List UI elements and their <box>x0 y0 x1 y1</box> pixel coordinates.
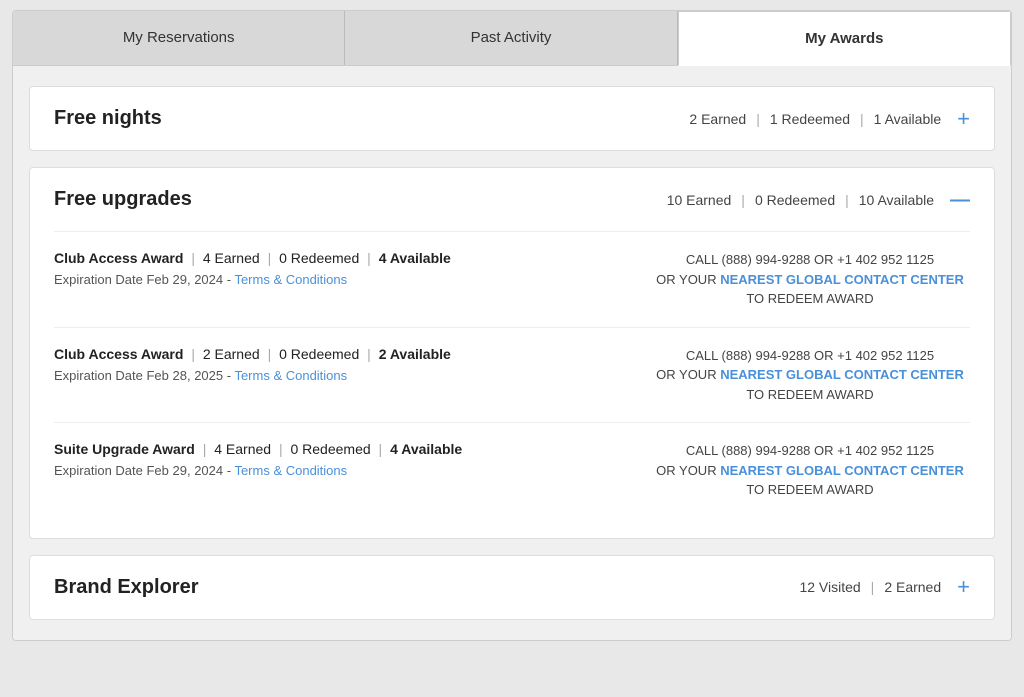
award-item-3: Suite Upgrade Award | 4 Earned | 0 Redee… <box>54 422 970 518</box>
free-upgrades-earned: 10 Earned <box>667 192 732 208</box>
divider-4: | <box>845 192 849 208</box>
free-upgrades-toggle[interactable]: — <box>950 190 970 210</box>
divider-5: | <box>871 579 875 595</box>
section-free-nights-title: Free nights <box>54 107 162 130</box>
award-item-2-name: Club Access Award | 2 Earned | 0 Redeeme… <box>54 346 630 362</box>
section-brand-explorer: Brand Explorer 12 Visited | 2 Earned + <box>29 555 995 620</box>
free-nights-toggle[interactable]: + <box>957 108 970 130</box>
award-item-3-name: Suite Upgrade Award | 4 Earned | 0 Redee… <box>54 441 630 457</box>
award-item-1-expiry: Expiration Date Feb 29, 2024 - Terms & C… <box>54 272 630 287</box>
free-upgrades-available: 10 Available <box>859 192 934 208</box>
award-item-1-redeem: CALL (888) 994-9288 OR +1 402 952 1125 O… <box>650 250 970 309</box>
award-item-2-contact-link[interactable]: NEAREST GLOBAL CONTACT CENTER <box>720 367 964 382</box>
section-brand-explorer-header: Brand Explorer 12 Visited | 2 Earned + <box>54 576 970 599</box>
award-item-3-terms[interactable]: Terms & Conditions <box>234 463 347 478</box>
section-brand-explorer-title: Brand Explorer <box>54 576 198 599</box>
divider-2: | <box>860 111 864 127</box>
award-item-1-terms[interactable]: Terms & Conditions <box>234 272 347 287</box>
award-item-2: Club Access Award | 2 Earned | 0 Redeeme… <box>54 327 970 423</box>
section-free-nights-stats: 2 Earned | 1 Redeemed | 1 Available + <box>689 108 970 130</box>
tab-my-awards-label: My Awards <box>805 30 883 47</box>
main-container: My Reservations Past Activity My Awards … <box>12 10 1012 641</box>
award-item-3-redeem: CALL (888) 994-9288 OR +1 402 952 1125 O… <box>650 441 970 500</box>
award-item-2-left: Club Access Award | 2 Earned | 0 Redeeme… <box>54 346 650 383</box>
section-free-upgrades-title: Free upgrades <box>54 188 192 211</box>
award-item-2-expiry: Expiration Date Feb 28, 2025 - Terms & C… <box>54 368 630 383</box>
brand-explorer-toggle[interactable]: + <box>957 576 970 598</box>
content-area: Free nights 2 Earned | 1 Redeemed | 1 Av… <box>13 66 1011 640</box>
brand-explorer-earned: 2 Earned <box>884 579 941 595</box>
tab-past-activity[interactable]: Past Activity <box>345 11 677 65</box>
section-free-upgrades-header: Free upgrades 10 Earned | 0 Redeemed | 1… <box>54 188 970 211</box>
section-free-upgrades: Free upgrades 10 Earned | 0 Redeemed | 1… <box>29 167 995 539</box>
section-free-nights-header: Free nights 2 Earned | 1 Redeemed | 1 Av… <box>54 107 970 130</box>
free-nights-redeemed: 1 Redeemed <box>770 111 850 127</box>
brand-explorer-visited: 12 Visited <box>799 579 860 595</box>
section-free-nights: Free nights 2 Earned | 1 Redeemed | 1 Av… <box>29 86 995 151</box>
award-item-1: Club Access Award | 4 Earned | 0 Redeeme… <box>54 231 970 327</box>
section-brand-explorer-stats: 12 Visited | 2 Earned + <box>799 576 970 598</box>
award-item-1-left: Club Access Award | 4 Earned | 0 Redeeme… <box>54 250 650 287</box>
award-item-3-contact-link[interactable]: NEAREST GLOBAL CONTACT CENTER <box>720 463 964 478</box>
award-item-1-contact-link[interactable]: NEAREST GLOBAL CONTACT CENTER <box>720 272 964 287</box>
section-free-upgrades-stats: 10 Earned | 0 Redeemed | 10 Available — <box>667 190 970 210</box>
free-nights-available: 1 Available <box>874 111 941 127</box>
tab-past-activity-label: Past Activity <box>471 29 552 46</box>
divider-1: | <box>756 111 760 127</box>
tab-reservations-label: My Reservations <box>123 29 235 46</box>
free-upgrades-redeemed: 0 Redeemed <box>755 192 835 208</box>
tabs-bar: My Reservations Past Activity My Awards <box>13 11 1011 66</box>
tab-my-awards[interactable]: My Awards <box>678 11 1011 66</box>
award-item-2-redeem: CALL (888) 994-9288 OR +1 402 952 1125 O… <box>650 346 970 405</box>
award-item-1-name: Club Access Award | 4 Earned | 0 Redeeme… <box>54 250 630 266</box>
divider-3: | <box>741 192 745 208</box>
tab-reservations[interactable]: My Reservations <box>13 11 345 65</box>
award-item-3-left: Suite Upgrade Award | 4 Earned | 0 Redee… <box>54 441 650 478</box>
award-item-2-terms[interactable]: Terms & Conditions <box>234 368 347 383</box>
award-item-3-expiry: Expiration Date Feb 29, 2024 - Terms & C… <box>54 463 630 478</box>
award-items-list: Club Access Award | 4 Earned | 0 Redeeme… <box>54 231 970 518</box>
free-nights-earned: 2 Earned <box>689 111 746 127</box>
